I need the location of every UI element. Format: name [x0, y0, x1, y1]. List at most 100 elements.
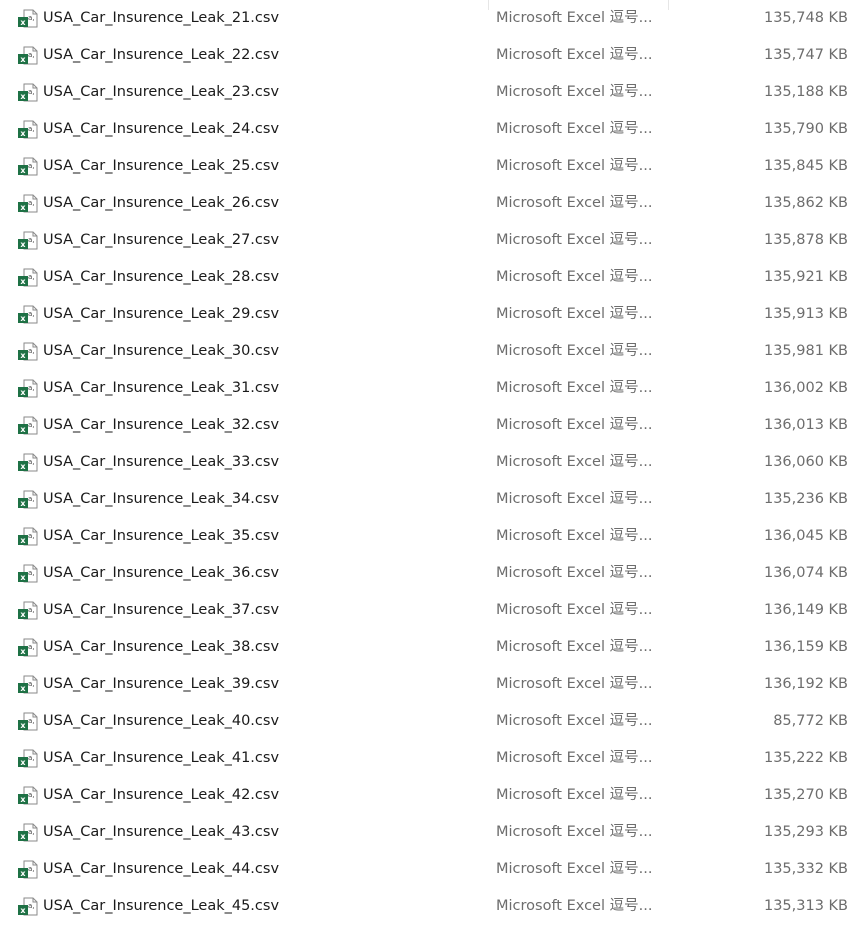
file-name[interactable]: USA_Car_Insurence_Leak_24.csv — [43, 111, 279, 148]
svg-text:a,: a, — [28, 791, 35, 799]
file-row-44[interactable]: a, x USA_Car_Insurence_Leak_44.csv Micro… — [0, 851, 860, 888]
file-row-40[interactable]: a, x USA_Car_Insurence_Leak_40.csv Micro… — [0, 703, 860, 740]
file-name[interactable]: USA_Car_Insurence_Leak_40.csv — [43, 703, 279, 740]
file-type: Microsoft Excel 逗号... — [496, 380, 653, 396]
file-name[interactable]: USA_Car_Insurence_Leak_35.csv — [43, 518, 279, 555]
file-name[interactable]: USA_Car_Insurence_Leak_26.csv — [43, 185, 279, 222]
excel-csv-file-icon: a, x — [18, 194, 38, 213]
excel-csv-file-icon: a, x — [18, 46, 38, 65]
file-size: 136,149 KB — [763, 602, 848, 618]
svg-text:x: x — [20, 462, 26, 471]
file-size: 136,002 KB — [763, 380, 848, 396]
file-row-42[interactable]: a, x USA_Car_Insurence_Leak_42.csv Micro… — [0, 777, 860, 814]
file-row-27[interactable]: a, x USA_Car_Insurence_Leak_27.csv Micro… — [0, 222, 860, 259]
file-size: 135,790 KB — [763, 121, 848, 137]
file-row-36[interactable]: a, x USA_Car_Insurence_Leak_36.csv Micro… — [0, 555, 860, 592]
file-size: 135,313 KB — [763, 898, 848, 914]
file-name[interactable]: USA_Car_Insurence_Leak_45.csv — [43, 888, 279, 925]
file-row-41[interactable]: a, x USA_Car_Insurence_Leak_41.csv Micro… — [0, 740, 860, 777]
file-row-35[interactable]: a, x USA_Car_Insurence_Leak_35.csv Micro… — [0, 518, 860, 555]
file-row-39[interactable]: a, x USA_Car_Insurence_Leak_39.csv Micro… — [0, 666, 860, 703]
svg-text:x: x — [20, 536, 26, 545]
file-name[interactable]: USA_Car_Insurence_Leak_22.csv — [43, 37, 279, 74]
svg-text:a,: a, — [28, 236, 35, 244]
svg-text:a,: a, — [28, 680, 35, 688]
file-name[interactable]: USA_Car_Insurence_Leak_21.csv — [43, 0, 279, 37]
file-row-21[interactable]: a, x USA_Car_Insurence_Leak_21.csv Micro… — [0, 0, 860, 37]
svg-text:x: x — [20, 795, 26, 804]
file-row-37[interactable]: a, x USA_Car_Insurence_Leak_37.csv Micro… — [0, 592, 860, 629]
file-row-25[interactable]: a, x USA_Car_Insurence_Leak_25.csv Micro… — [0, 148, 860, 185]
file-name[interactable]: USA_Car_Insurence_Leak_29.csv — [43, 296, 279, 333]
file-name[interactable]: USA_Car_Insurence_Leak_27.csv — [43, 222, 279, 259]
excel-csv-file-icon: a, x — [18, 83, 38, 102]
svg-text:x: x — [20, 906, 26, 915]
file-row-43[interactable]: a, x USA_Car_Insurence_Leak_43.csv Micro… — [0, 814, 860, 851]
file-size: 136,192 KB — [763, 676, 848, 692]
file-row-45[interactable]: a, x USA_Car_Insurence_Leak_45.csv Micro… — [0, 888, 860, 925]
file-row-22[interactable]: a, x USA_Car_Insurence_Leak_22.csv Micro… — [0, 37, 860, 74]
svg-text:a,: a, — [28, 125, 35, 133]
file-name[interactable]: USA_Car_Insurence_Leak_23.csv — [43, 74, 279, 111]
file-name[interactable]: USA_Car_Insurence_Leak_30.csv — [43, 333, 279, 370]
svg-text:a,: a, — [28, 606, 35, 614]
file-name[interactable]: USA_Car_Insurence_Leak_28.csv — [43, 259, 279, 296]
file-size: 136,159 KB — [763, 639, 848, 655]
file-name[interactable]: USA_Car_Insurence_Leak_36.csv — [43, 555, 279, 592]
file-type: Microsoft Excel 逗号... — [496, 121, 653, 137]
excel-csv-file-icon: a, x — [18, 527, 38, 546]
svg-text:a,: a, — [28, 532, 35, 540]
excel-csv-file-icon: a, x — [18, 897, 38, 916]
svg-text:a,: a, — [28, 754, 35, 762]
file-name[interactable]: USA_Car_Insurence_Leak_37.csv — [43, 592, 279, 629]
file-name[interactable]: USA_Car_Insurence_Leak_34.csv — [43, 481, 279, 518]
excel-csv-file-icon: a, x — [18, 342, 38, 361]
file-row-32[interactable]: a, x USA_Car_Insurence_Leak_32.csv Micro… — [0, 407, 860, 444]
file-name[interactable]: USA_Car_Insurence_Leak_44.csv — [43, 851, 279, 888]
svg-text:x: x — [20, 18, 26, 27]
file-type: Microsoft Excel 逗号... — [496, 676, 653, 692]
file-row-23[interactable]: a, x USA_Car_Insurence_Leak_23.csv Micro… — [0, 74, 860, 111]
file-type: Microsoft Excel 逗号... — [496, 232, 653, 248]
file-type: Microsoft Excel 逗号... — [496, 898, 653, 914]
file-row-24[interactable]: a, x USA_Car_Insurence_Leak_24.csv Micro… — [0, 111, 860, 148]
file-size: 135,293 KB — [763, 824, 848, 840]
file-type: Microsoft Excel 逗号... — [496, 565, 653, 581]
file-row-34[interactable]: a, x USA_Car_Insurence_Leak_34.csv Micro… — [0, 481, 860, 518]
file-name[interactable]: USA_Car_Insurence_Leak_25.csv — [43, 148, 279, 185]
excel-csv-file-icon: a, x — [18, 749, 38, 768]
excel-csv-file-icon: a, x — [18, 786, 38, 805]
file-name[interactable]: USA_Car_Insurence_Leak_33.csv — [43, 444, 279, 481]
file-row-31[interactable]: a, x USA_Car_Insurence_Leak_31.csv Micro… — [0, 370, 860, 407]
svg-text:x: x — [20, 573, 26, 582]
svg-text:x: x — [20, 314, 26, 323]
svg-text:a,: a, — [28, 273, 35, 281]
file-name[interactable]: USA_Car_Insurence_Leak_31.csv — [43, 370, 279, 407]
file-name[interactable]: USA_Car_Insurence_Leak_39.csv — [43, 666, 279, 703]
file-size: 135,222 KB — [763, 750, 848, 766]
file-size: 136,060 KB — [763, 454, 848, 470]
svg-text:a,: a, — [28, 643, 35, 651]
file-name[interactable]: USA_Car_Insurence_Leak_42.csv — [43, 777, 279, 814]
file-row-38[interactable]: a, x USA_Car_Insurence_Leak_38.csv Micro… — [0, 629, 860, 666]
excel-csv-file-icon: a, x — [18, 268, 38, 287]
file-type: Microsoft Excel 逗号... — [496, 10, 653, 26]
file-type: Microsoft Excel 逗号... — [496, 306, 653, 322]
file-name[interactable]: USA_Car_Insurence_Leak_32.csv — [43, 407, 279, 444]
excel-csv-file-icon: a, x — [18, 638, 38, 657]
file-row-33[interactable]: a, x USA_Car_Insurence_Leak_33.csv Micro… — [0, 444, 860, 481]
svg-text:x: x — [20, 92, 26, 101]
file-row-29[interactable]: a, x USA_Car_Insurence_Leak_29.csv Micro… — [0, 296, 860, 333]
file-name[interactable]: USA_Car_Insurence_Leak_43.csv — [43, 814, 279, 851]
file-row-26[interactable]: a, x USA_Car_Insurence_Leak_26.csv Micro… — [0, 185, 860, 222]
svg-text:a,: a, — [28, 14, 35, 22]
file-type: Microsoft Excel 逗号... — [496, 269, 653, 285]
file-row-28[interactable]: a, x USA_Car_Insurence_Leak_28.csv Micro… — [0, 259, 860, 296]
file-size: 85,772 KB — [773, 713, 848, 729]
file-name[interactable]: USA_Car_Insurence_Leak_41.csv — [43, 740, 279, 777]
excel-csv-file-icon: a, x — [18, 305, 38, 324]
excel-csv-file-icon: a, x — [18, 416, 38, 435]
file-row-30[interactable]: a, x USA_Car_Insurence_Leak_30.csv Micro… — [0, 333, 860, 370]
excel-csv-file-icon: a, x — [18, 675, 38, 694]
file-name[interactable]: USA_Car_Insurence_Leak_38.csv — [43, 629, 279, 666]
